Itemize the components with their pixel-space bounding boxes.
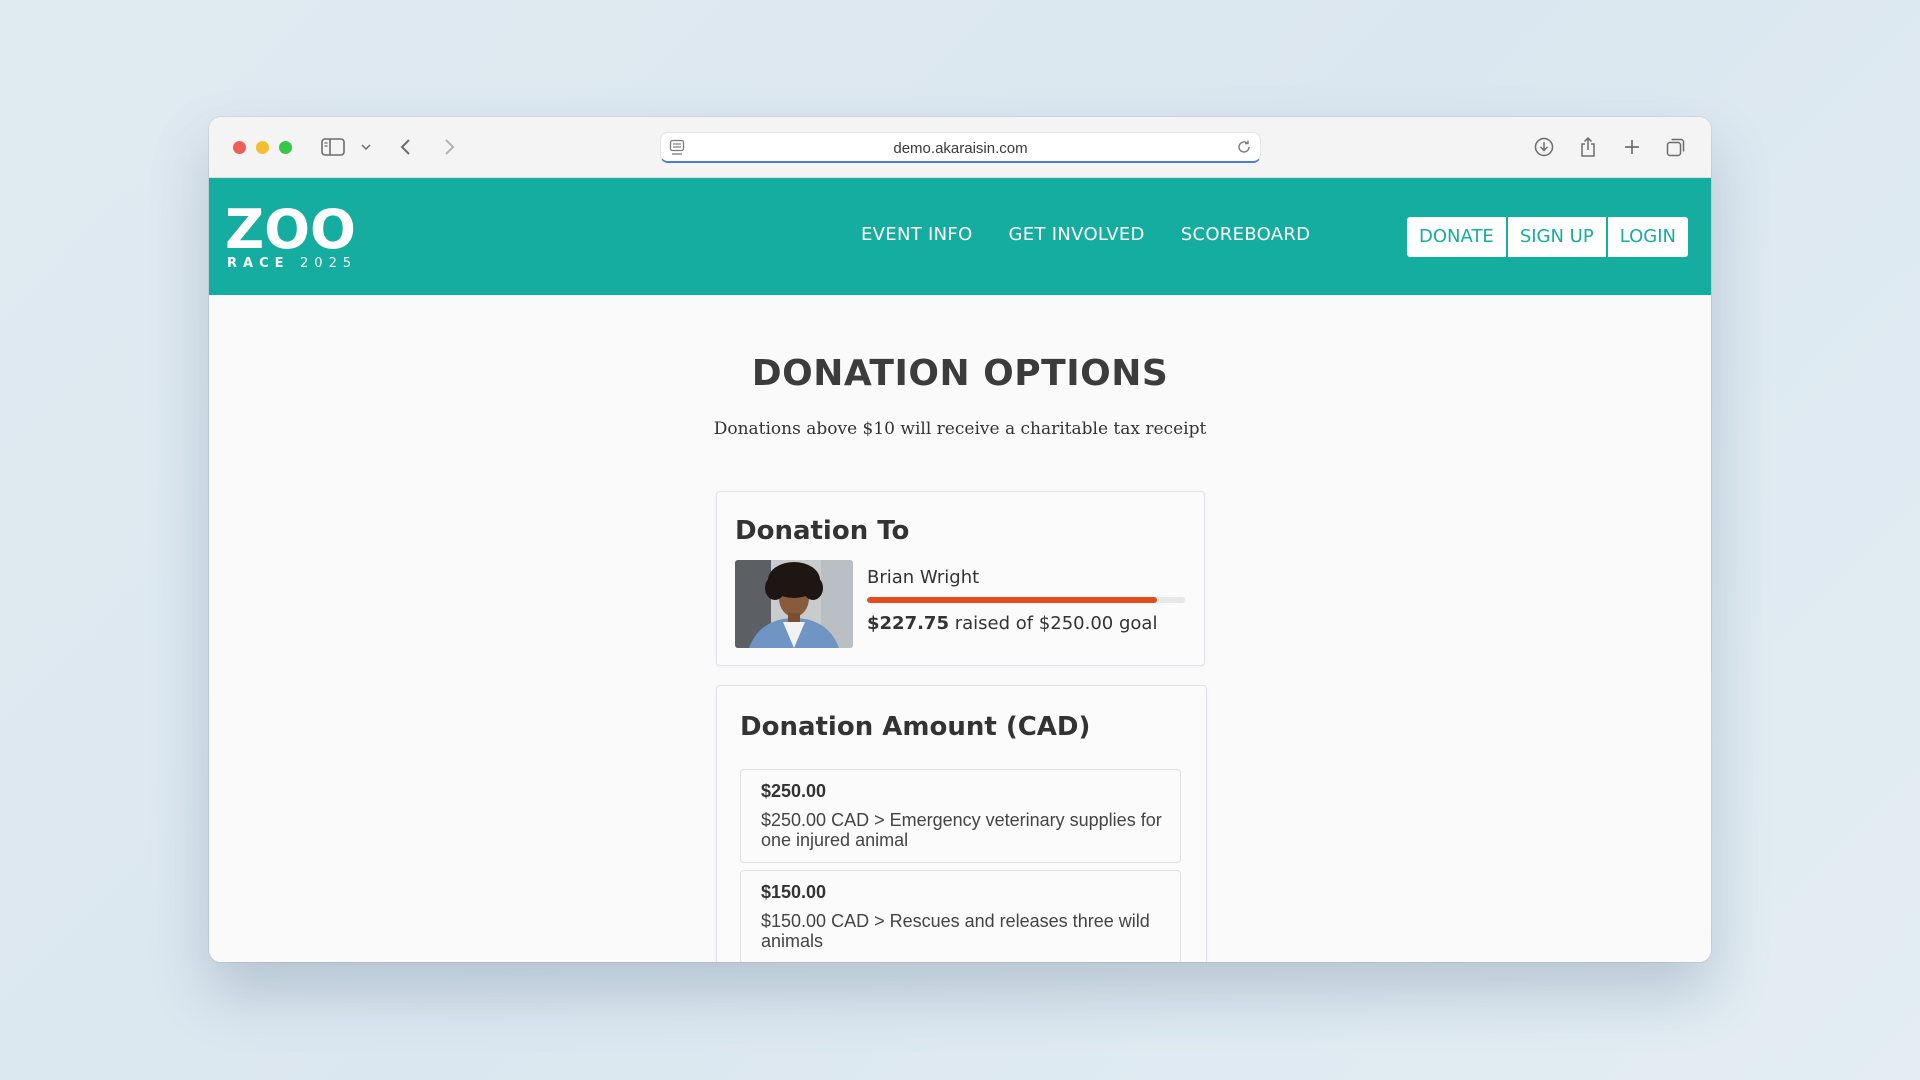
raised-goal-text: raised of $250.00 goal (954, 613, 1158, 634)
new-tab-icon[interactable] (1623, 133, 1641, 161)
logo-letters: ZOO (225, 200, 356, 258)
sidebar-icon[interactable] (321, 133, 345, 161)
donation-to-heading: Donation To (735, 516, 910, 546)
main-content: DONATION OPTIONS Donations above $10 wil… (209, 295, 1711, 962)
page-title: DONATION OPTIONS (751, 353, 1169, 394)
donation-option-description: $250.00 CAD > Emergency veterinary suppl… (761, 810, 1162, 850)
site-header: ZOO RACE 2025 EVENT INFO GET INVOLVED SC… (209, 178, 1711, 295)
logo-wordmark: ZOO (225, 200, 356, 258)
browser-toolbar: demo.akaraisin.com (209, 117, 1711, 178)
browser-window: demo.akaraisin.com ZOO RACE 2025 EVENT I… (209, 117, 1711, 962)
donation-option-description: $150.00 CAD > Rescues and releases three… (761, 911, 1150, 951)
reload-icon[interactable] (1236, 139, 1252, 160)
page-subtitle: Donations above $10 will receive a chari… (713, 419, 1207, 439)
chevron-down-icon[interactable] (361, 133, 371, 161)
fundraiser-name: Brian Wright (867, 567, 980, 588)
donation-option[interactable]: $250.00 $250.00 CAD > Emergency veterina… (740, 769, 1181, 863)
fundraiser-avatar (735, 560, 853, 648)
share-icon[interactable] (1579, 133, 1597, 161)
zoo-race-logo[interactable]: ZOO RACE 2025 (225, 200, 365, 275)
fundraising-progress-fill (867, 597, 1157, 603)
logo-subtitle: RACE 2025 (227, 256, 357, 271)
tabs-overview-icon[interactable] (1666, 133, 1686, 161)
download-icon[interactable] (1534, 133, 1554, 161)
donation-option-price: $150.00 (761, 882, 827, 902)
nav-event-info[interactable]: EVENT INFO (861, 224, 973, 245)
minimize-window-button[interactable] (256, 141, 269, 154)
logo-year-text: 2025 (300, 256, 358, 271)
raised-amount: $227.75 (867, 613, 949, 634)
auth-buttons: DONATE SIGN UP LOGIN (1407, 217, 1688, 257)
back-icon[interactable] (399, 133, 413, 161)
close-window-button[interactable] (233, 141, 246, 154)
nav-scoreboard[interactable]: SCOREBOARD (1181, 224, 1311, 245)
donation-amount-heading: Donation Amount (CAD) (740, 712, 1091, 742)
fundraising-summary: $227.75 raised of $250.00 goal (867, 613, 1157, 634)
main-nav: EVENT INFO GET INVOLVED SCOREBOARD (861, 224, 1310, 245)
donation-to-card: Donation To Brian Wright $227.75 raised … (716, 491, 1205, 666)
forward-icon[interactable] (442, 133, 456, 161)
logo-race-text: RACE (227, 256, 290, 271)
address-bar[interactable]: demo.akaraisin.com (660, 132, 1261, 163)
fundraising-progress-bar (867, 597, 1185, 603)
sign-up-button[interactable]: SIGN UP (1507, 217, 1606, 257)
donation-option-price: $250.00 (761, 781, 827, 801)
login-button[interactable]: LOGIN (1607, 217, 1688, 257)
donation-option[interactable]: $150.00 $150.00 CAD > Rescues and releas… (740, 870, 1181, 962)
zoom-window-button[interactable] (279, 141, 292, 154)
nav-get-involved[interactable]: GET INVOLVED (1009, 224, 1145, 245)
donate-button[interactable]: DONATE (1407, 217, 1506, 257)
url-text: demo.akaraisin.com (893, 140, 1028, 157)
donation-amount-card: Donation Amount (CAD) $250.00 $250.00 CA… (716, 685, 1207, 962)
